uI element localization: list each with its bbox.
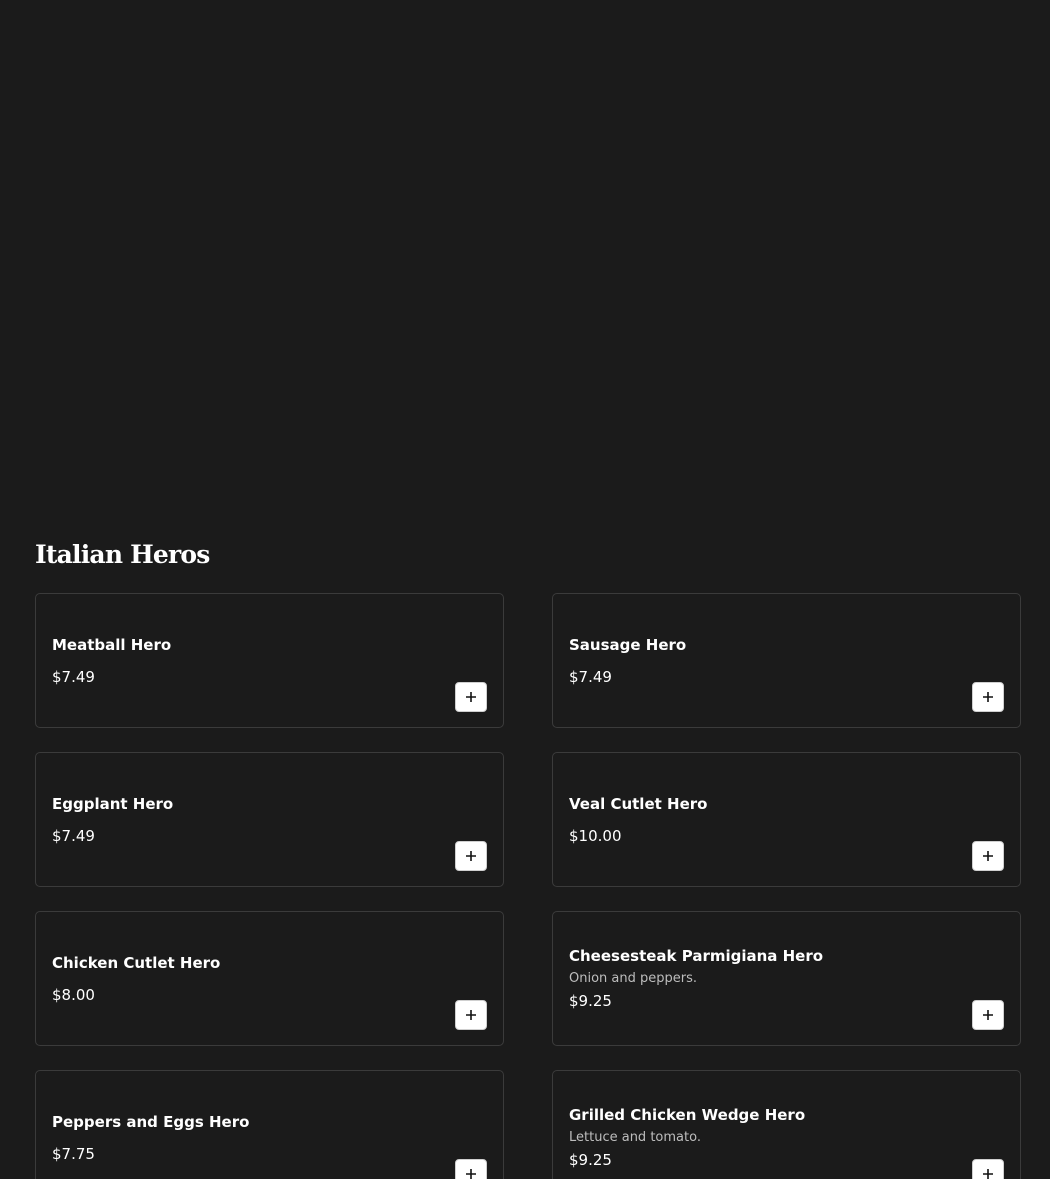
add-to-cart-button[interactable] <box>972 1159 1004 1179</box>
item-price: $9.25 <box>569 1151 612 1169</box>
item-description: Lettuce and tomato. <box>569 1130 701 1145</box>
item-price: $7.49 <box>569 667 612 686</box>
plus-icon <box>466 851 476 861</box>
item-price: $7.49 <box>52 826 95 845</box>
item-price: $7.49 <box>52 667 95 686</box>
item-name: Eggplant Hero <box>52 794 174 813</box>
item-name: Sausage Hero <box>569 635 687 654</box>
add-to-cart-button[interactable] <box>455 1000 487 1030</box>
item-description: Onion and peppers. <box>569 971 698 986</box>
menu-item-card[interactable]: Eggplant Hero $7.49 <box>35 752 504 887</box>
item-name: Peppers and Eggs Hero <box>52 1112 250 1131</box>
plus-icon <box>983 1010 993 1020</box>
add-to-cart-button[interactable] <box>455 1159 487 1179</box>
plus-icon <box>466 1010 476 1020</box>
menu-item-card[interactable]: Grilled Chicken Wedge Hero Lettuce and t… <box>552 1070 1021 1179</box>
menu-page: Italian Heros Meatball Hero $7.49 Sausag… <box>0 0 1050 1179</box>
add-to-cart-button[interactable] <box>455 682 487 712</box>
item-name: Chicken Cutlet Hero <box>52 953 221 972</box>
menu-item-card[interactable]: Meatball Hero $7.49 <box>35 593 504 728</box>
item-name: Veal Cutlet Hero <box>569 794 708 813</box>
item-name: Grilled Chicken Wedge Hero <box>569 1106 806 1124</box>
plus-icon <box>466 1169 476 1179</box>
plus-icon <box>983 692 993 702</box>
add-to-cart-button[interactable] <box>972 841 1004 871</box>
menu-item-card[interactable]: Sausage Hero $7.49 <box>552 593 1021 728</box>
section-title: Italian Heros <box>35 540 210 569</box>
item-name: Meatball Hero <box>52 635 172 654</box>
plus-icon <box>983 851 993 861</box>
item-price: $9.25 <box>569 992 612 1010</box>
menu-item-card[interactable]: Veal Cutlet Hero $10.00 <box>552 752 1021 887</box>
add-to-cart-button[interactable] <box>972 1000 1004 1030</box>
menu-item-card[interactable]: Cheesesteak Parmigiana Hero Onion and pe… <box>552 911 1021 1046</box>
menu-items-grid: Meatball Hero $7.49 Sausage Hero $7.49 E… <box>35 593 1021 1179</box>
item-price: $10.00 <box>569 826 622 845</box>
add-to-cart-button[interactable] <box>972 682 1004 712</box>
plus-icon <box>983 1169 993 1179</box>
menu-item-card[interactable]: Chicken Cutlet Hero $8.00 <box>35 911 504 1046</box>
item-price: $8.00 <box>52 985 95 1004</box>
plus-icon <box>466 692 476 702</box>
menu-item-card[interactable]: Peppers and Eggs Hero $7.75 <box>35 1070 504 1179</box>
add-to-cart-button[interactable] <box>455 841 487 871</box>
item-name: Cheesesteak Parmigiana Hero <box>569 947 824 965</box>
item-price: $7.75 <box>52 1144 95 1163</box>
